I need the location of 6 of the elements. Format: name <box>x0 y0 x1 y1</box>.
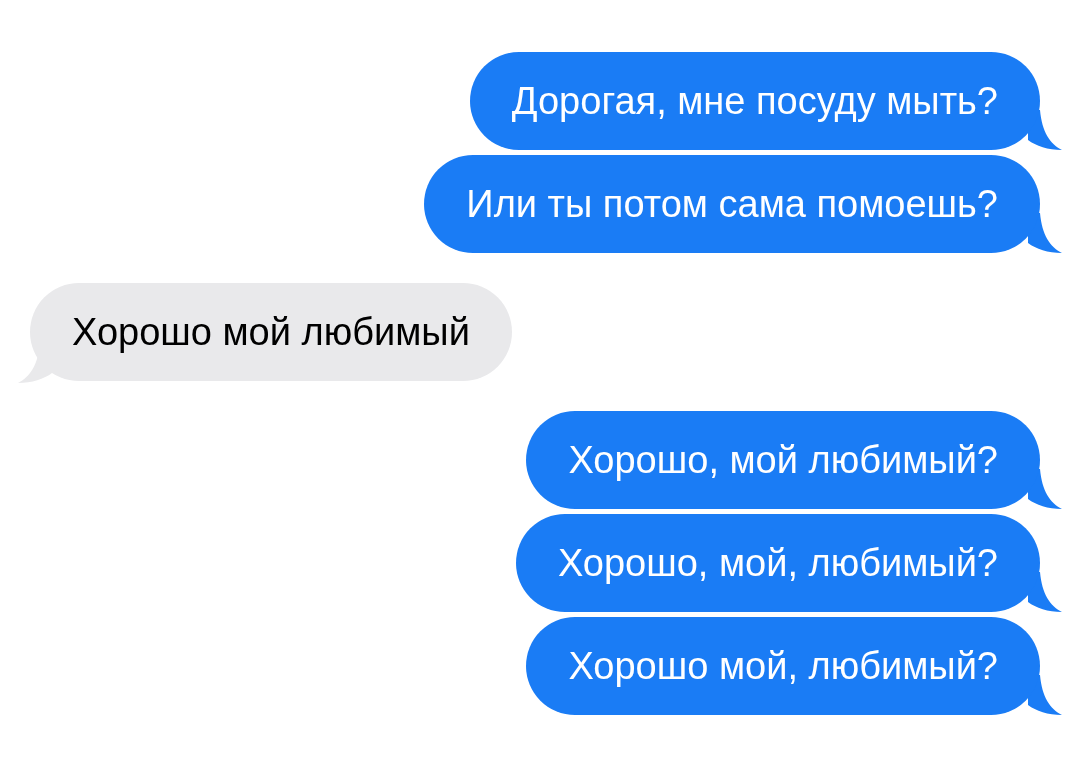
message-bubble: Дорогая, мне посуду мыть? <box>469 52 1040 150</box>
message-bubble: Хорошо, мой любимый? <box>526 411 1040 509</box>
message-bubble: Хорошо мой любимый <box>30 283 512 381</box>
message-bubble: Или ты потом сама помоешь? <box>424 155 1040 253</box>
message-bubble: Хорошо, мой, любимый? <box>515 514 1040 612</box>
message-bubble: Хорошо мой, любимый? <box>526 617 1040 715</box>
